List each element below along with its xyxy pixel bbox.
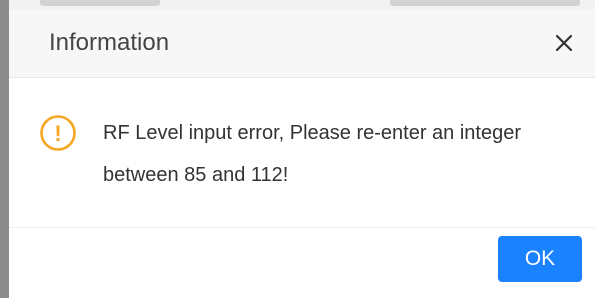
background-left-edge [0, 0, 9, 298]
svg-text:!: ! [54, 121, 61, 146]
close-icon [555, 34, 573, 52]
dialog-title: Information [49, 29, 170, 56]
background-page [0, 0, 595, 10]
information-dialog: Information ! RF Level input error, Plea… [9, 10, 595, 298]
background-text-fragment [390, 0, 580, 6]
dialog-header: Information [9, 10, 595, 78]
background-text-fragment [40, 0, 160, 6]
dialog-body: ! RF Level input error, Please re-enter … [9, 106, 595, 196]
footer-divider [9, 227, 595, 228]
error-message: RF Level input error, Please re-enter an… [103, 122, 521, 186]
ok-button[interactable]: OK [498, 236, 582, 282]
close-button[interactable] [549, 28, 579, 58]
exclamation-circle-icon: ! [40, 115, 76, 151]
